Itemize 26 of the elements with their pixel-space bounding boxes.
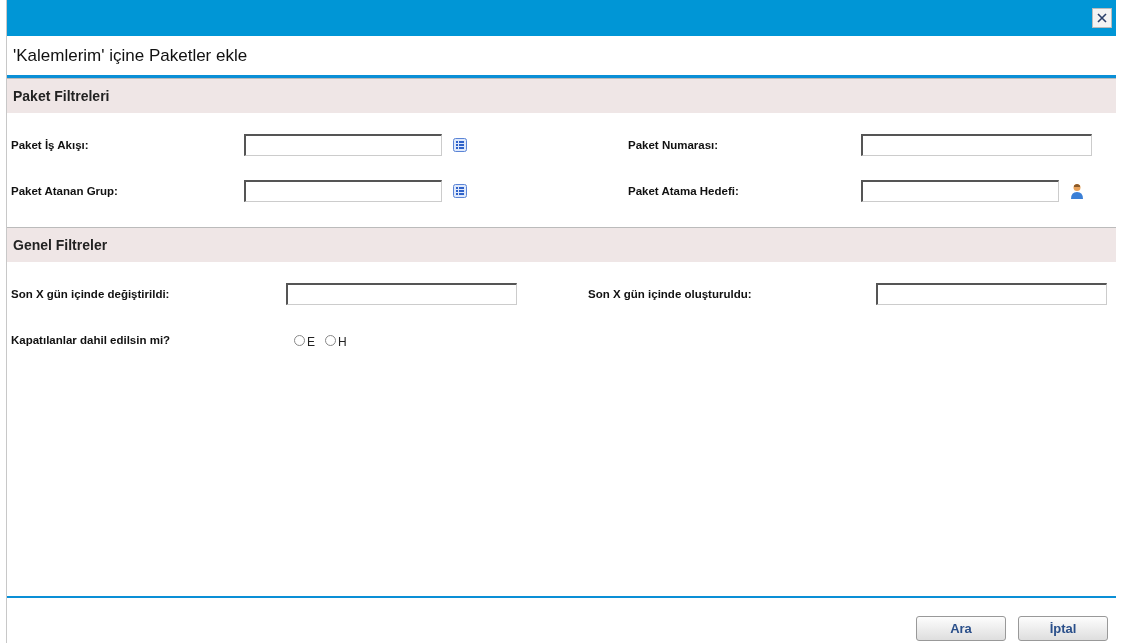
radio-button[interactable] (294, 334, 305, 346)
field-label: Paket İş Akışı: (11, 139, 90, 151)
field-label: Son X gün içinde oluşturuldu: (588, 288, 753, 300)
section-header: Genel Filtreler (7, 227, 1116, 262)
list-icon[interactable] (453, 138, 467, 152)
section-header: Paket Filtreleri (7, 78, 1116, 113)
list-icon[interactable] (453, 184, 467, 198)
close-button[interactable] (1092, 8, 1112, 28)
field-label: Kapatılanlar dahil edilsin mi? (11, 334, 172, 346)
radio-label: E (307, 333, 315, 349)
field-label: Paket Numarası: (628, 139, 720, 151)
dialog-button[interactable]: İptal (1018, 616, 1108, 641)
text-field[interactable] (244, 134, 442, 156)
field-label: Paket Atama Hedefi: (628, 185, 740, 197)
radio-button[interactable] (325, 334, 336, 346)
field-label: Son X gün içinde değiştirildi: (11, 288, 171, 300)
person-icon[interactable] (1070, 183, 1084, 199)
radio-label: H (338, 333, 347, 349)
text-field[interactable] (876, 283, 1107, 305)
text-field[interactable] (244, 180, 442, 202)
text-field[interactable] (286, 283, 517, 305)
dialog-button[interactable]: Ara (916, 616, 1006, 641)
text-field[interactable] (861, 180, 1059, 202)
text-field[interactable] (861, 134, 1092, 156)
close-icon (1097, 13, 1107, 23)
field-label: Paket Atanan Grup: (11, 185, 119, 197)
